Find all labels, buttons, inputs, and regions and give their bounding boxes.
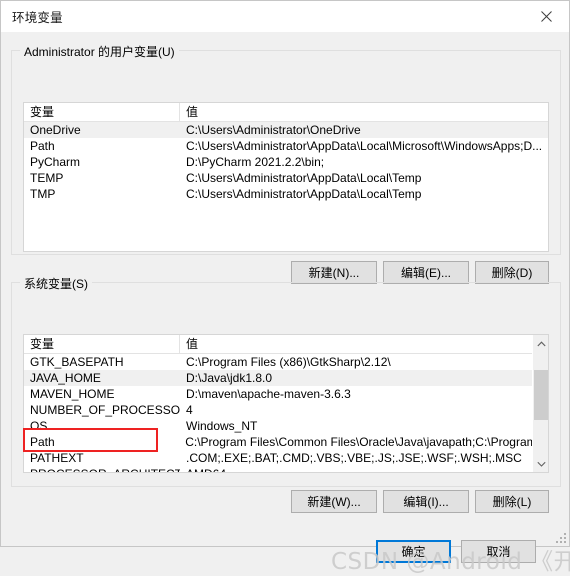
variable-name: PyCharm xyxy=(30,155,81,169)
ok-button[interactable]: 确定 xyxy=(376,540,451,563)
variable-value: 4 xyxy=(186,403,193,417)
variable-name: TEMP xyxy=(30,171,64,185)
table-row[interactable]: OneDrive C:\Users\Administrator\OneDrive xyxy=(24,122,548,138)
new-system-variable-button[interactable]: 新建(W)... xyxy=(291,490,377,513)
chevron-up-icon[interactable] xyxy=(533,335,548,352)
dialog-body: Administrator 的用户变量(U) 变量 值 OneDrive C:\… xyxy=(1,32,570,575)
system-list-scrollbar[interactable] xyxy=(532,335,548,472)
table-row[interactable]: OS Windows_NT xyxy=(24,418,548,434)
variable-value: AMD64 xyxy=(180,466,548,472)
system-col-variable[interactable]: 变量 xyxy=(24,335,180,354)
table-row[interactable]: MAVEN_HOME D:\maven\apache-maven-3.6.3 xyxy=(24,386,548,402)
variable-name: JAVA_HOME xyxy=(30,371,101,385)
table-row[interactable]: Path C:\Program Files\Common Files\Oracl… xyxy=(24,434,548,450)
user-variables-list[interactable]: 变量 值 OneDrive C:\Users\Administrator\One… xyxy=(23,102,549,252)
cancel-button[interactable]: 取消 xyxy=(461,540,536,563)
resize-grip[interactable] xyxy=(554,531,566,543)
table-row[interactable]: TEMP C:\Users\Administrator\AppData\Loca… xyxy=(24,170,548,186)
system-col-value[interactable]: 值 xyxy=(180,335,548,354)
user-list-header: 变量 值 xyxy=(24,103,548,122)
variable-value: .COM;.EXE;.BAT;.CMD;.VBS;.VBE;.JS;.JSE;.… xyxy=(186,451,522,465)
variable-name: PATHEXT xyxy=(30,451,84,465)
variable-name: OneDrive xyxy=(30,123,81,137)
system-variables-legend: 系统变量(S) xyxy=(20,275,92,292)
delete-user-variable-button[interactable]: 删除(D) xyxy=(475,261,549,284)
environment-variables-dialog: 环境变量 Administrator 的用户变量(U) 变量 值 OneDriv… xyxy=(0,0,570,575)
variable-name: GTK_BASEPATH xyxy=(30,355,124,369)
table-row[interactable]: Path C:\Users\Administrator\AppData\Loca… xyxy=(24,138,548,154)
title-bar: 环境变量 xyxy=(1,1,569,32)
variable-value: Windows_NT xyxy=(186,419,258,433)
delete-system-variable-button[interactable]: 删除(L) xyxy=(475,490,549,513)
variable-value: D:\PyCharm 2021.2.2\bin; xyxy=(186,155,325,169)
user-variables-legend: Administrator 的用户变量(U) xyxy=(20,43,179,60)
user-col-variable[interactable]: 变量 xyxy=(24,103,180,122)
variable-name: Path xyxy=(30,139,55,153)
variable-value: C:\Users\Administrator\AppData\Local\Tem… xyxy=(186,187,422,201)
table-row[interactable]: PyCharm D:\PyCharm 2021.2.2\bin; xyxy=(24,154,548,170)
variable-value: D:\Java\jdk1.8.0 xyxy=(186,371,273,385)
window-title: 环境变量 xyxy=(12,11,63,25)
variable-name: PROCESSOR_ARCHITECTURE xyxy=(24,466,180,472)
variable-value: C:\Program Files\Common Files\Oracle\Jav… xyxy=(185,435,548,449)
variable-value: D:\maven\apache-maven-3.6.3 xyxy=(186,387,351,401)
variable-value: C:\Users\Administrator\OneDrive xyxy=(186,123,361,137)
table-row[interactable]: TMP C:\Users\Administrator\AppData\Local… xyxy=(24,186,548,202)
close-icon[interactable] xyxy=(524,1,569,32)
variable-name: Path xyxy=(30,435,55,449)
table-row[interactable]: PATHEXT .COM;.EXE;.BAT;.CMD;.VBS;.VBE;.J… xyxy=(24,450,548,466)
edit-user-variable-button[interactable]: 编辑(E)... xyxy=(383,261,469,284)
new-user-variable-button[interactable]: 新建(N)... xyxy=(291,261,377,284)
system-variables-list[interactable]: 变量 值 GTK_BASEPATH C:\Program Files (x86)… xyxy=(23,334,549,473)
variable-name: TMP xyxy=(30,187,56,201)
table-row[interactable]: PROCESSOR_ARCHITECTURE AMD64 xyxy=(24,466,548,472)
variable-value: C:\Program Files (x86)\GtkSharp\2.12\ xyxy=(186,355,391,369)
table-row[interactable]: NUMBER_OF_PROCESSORS 4 xyxy=(24,402,548,418)
chevron-down-icon[interactable] xyxy=(533,455,548,472)
variable-name: NUMBER_OF_PROCESSORS xyxy=(30,403,180,417)
table-row[interactable]: GTK_BASEPATH C:\Program Files (x86)\GtkS… xyxy=(24,354,548,370)
variable-value: C:\Users\Administrator\AppData\Local\Tem… xyxy=(186,171,422,185)
variable-name: MAVEN_HOME xyxy=(30,387,115,401)
table-row[interactable]: JAVA_HOME D:\Java\jdk1.8.0 xyxy=(24,370,548,386)
scrollbar-thumb[interactable] xyxy=(534,370,548,420)
edit-system-variable-button[interactable]: 编辑(I)... xyxy=(383,490,469,513)
system-list-rows: GTK_BASEPATH C:\Program Files (x86)\GtkS… xyxy=(24,354,548,472)
system-list-header: 变量 值 xyxy=(24,335,548,354)
variable-value: C:\Users\Administrator\AppData\Local\Mic… xyxy=(186,139,543,153)
user-list-rows: OneDrive C:\Users\Administrator\OneDrive… xyxy=(24,122,548,202)
user-col-value[interactable]: 值 xyxy=(180,103,548,122)
variable-name: OS xyxy=(30,419,48,433)
